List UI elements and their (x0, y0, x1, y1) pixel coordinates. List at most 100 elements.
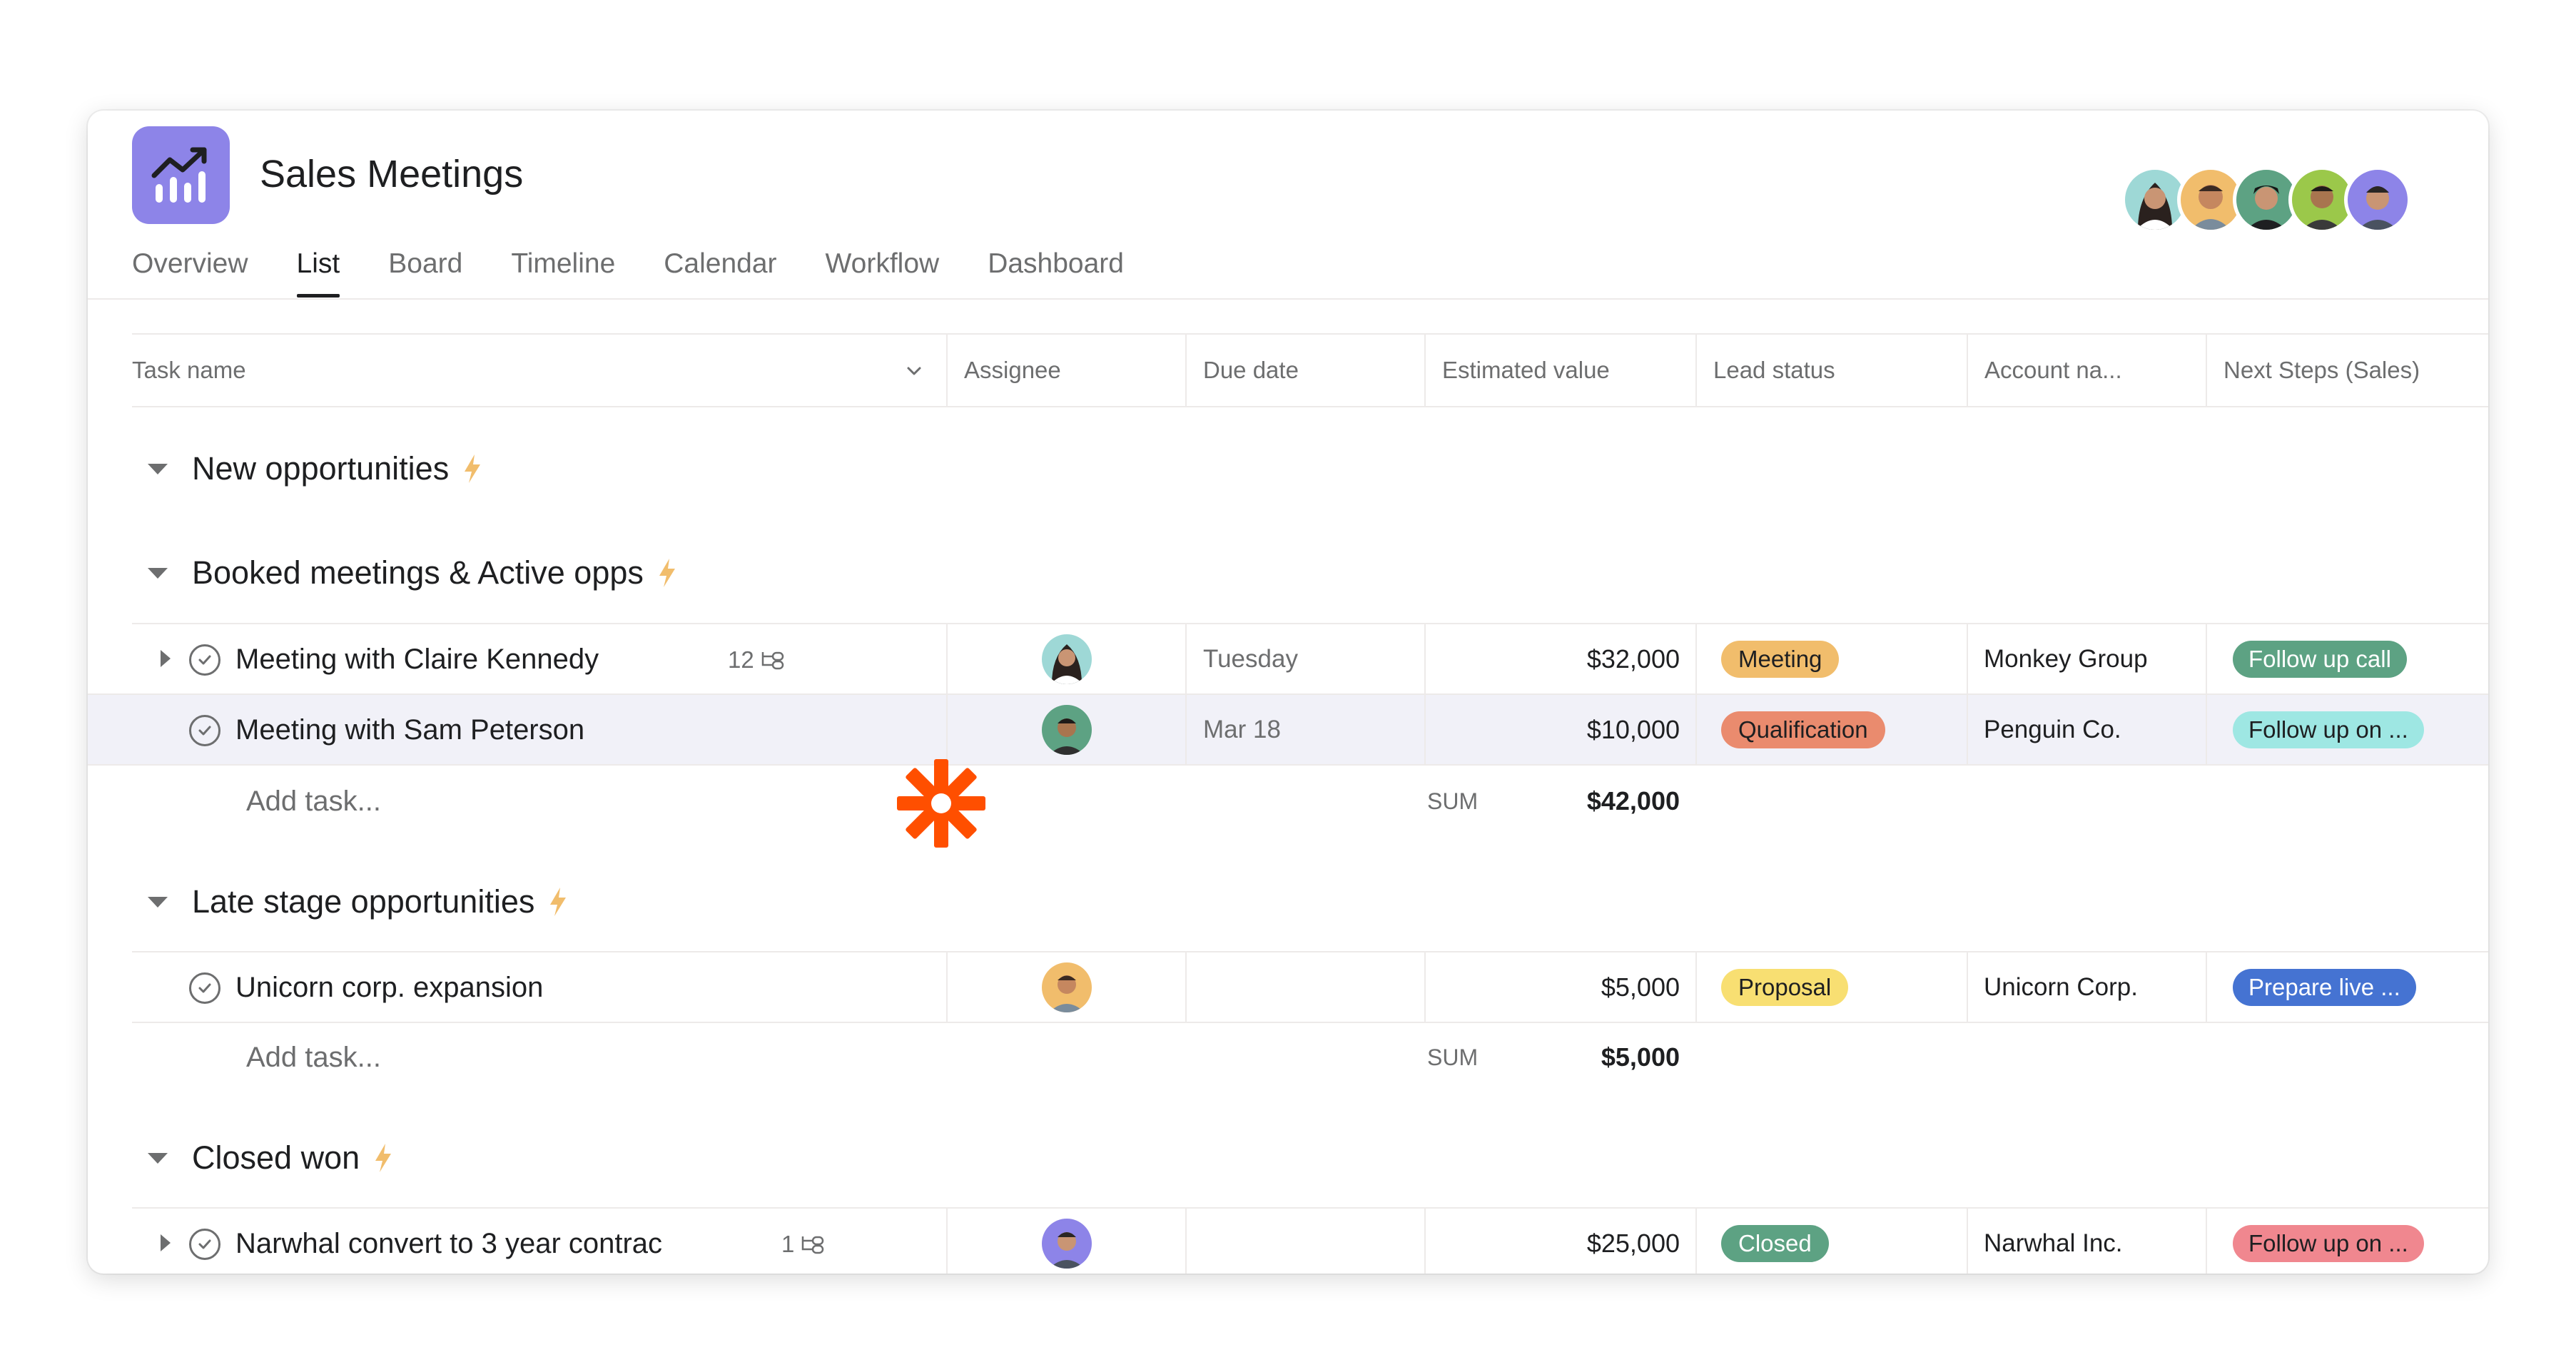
lead-status-cell[interactable]: Closed (1695, 1209, 1967, 1274)
tab-overview[interactable]: Overview (132, 243, 248, 303)
sum-value: $42,000 (1586, 786, 1680, 815)
column-task-name[interactable]: Task name (132, 335, 946, 406)
add-task-button[interactable]: Add task... (246, 1037, 381, 1077)
chevron-down-icon[interactable] (903, 360, 925, 382)
next-steps-pill[interactable]: Follow up on ... (2233, 711, 2424, 748)
member-avatar[interactable] (2344, 166, 2411, 233)
account-name-cell[interactable]: Monkey Group (1967, 624, 2206, 693)
lead-status-cell[interactable]: Proposal (1695, 952, 1967, 1022)
lead-status-cell[interactable]: Qualification (1695, 695, 1967, 764)
expand-subtasks-icon[interactable] (161, 1234, 171, 1251)
assignee-avatar[interactable] (1041, 1218, 1092, 1269)
header-divider (88, 298, 2488, 300)
assignee-cell[interactable] (946, 624, 1185, 693)
lightning-bolt-icon[interactable] (656, 557, 678, 589)
assignee-cell[interactable] (946, 952, 1185, 1022)
add-task-row: Add task... SUM $5,000 (132, 1022, 2488, 1093)
next-steps-cell[interactable]: Follow up on ... (2206, 1209, 2488, 1274)
column-label: Lead status (1713, 357, 1835, 383)
lead-status-cell[interactable]: Meeting (1695, 624, 1967, 693)
column-header-row: Task name Assignee Due date Estimated va… (132, 333, 2488, 407)
assignee-cell[interactable] (946, 1209, 1185, 1274)
complete-check-icon[interactable] (189, 972, 220, 1004)
estimated-value-cell[interactable]: $5,000 (1424, 952, 1695, 1022)
task-name-cell[interactable]: Narwhal convert to 3 year contrac 1 (132, 1209, 946, 1274)
task-name-cell[interactable]: Meeting with Sam Peterson (132, 695, 946, 764)
lightning-bolt-icon[interactable] (372, 1142, 394, 1174)
subtask-count[interactable]: 12 (728, 644, 786, 676)
next-steps-cell[interactable]: Follow up on ... (2206, 695, 2488, 764)
project-window: Sales Meetings Overview List Board Timel… (88, 111, 2488, 1274)
task-name-cell[interactable]: Meeting with Claire Kennedy 12 (132, 624, 946, 693)
assignee-cell[interactable] (946, 695, 1185, 764)
next-steps-pill[interactable]: Follow up on ... (2233, 1224, 2424, 1262)
account-name: Narwhal Inc. (1984, 1229, 2123, 1257)
account-name-cell[interactable]: Unicorn Corp. (1967, 952, 2206, 1022)
add-task-row: Add task... SUM $42,000 (132, 766, 2488, 837)
assignee-avatar[interactable] (1041, 634, 1092, 684)
expand-subtasks-icon[interactable] (161, 650, 171, 667)
tab-list[interactable]: List (296, 243, 340, 303)
estimated-value-cell[interactable]: $32,000 (1424, 624, 1695, 693)
lightning-bolt-icon[interactable] (547, 886, 569, 918)
estimated-value: $10,000 (1586, 714, 1680, 744)
table-row[interactable]: Unicorn corp. expansion $5,000 Proposal … (132, 951, 2488, 1023)
next-steps-pill[interactable]: Prepare live ... (2233, 968, 2416, 1006)
section-collapse-icon[interactable] (148, 567, 168, 579)
next-steps-cell[interactable]: Follow up call (2206, 624, 2488, 693)
column-next-steps[interactable]: Next Steps (Sales) (2206, 335, 2488, 406)
tab-board[interactable]: Board (388, 243, 462, 303)
sum-value: $5,000 (1601, 1042, 1680, 1072)
tab-workflow[interactable]: Workflow (826, 243, 940, 303)
column-label: Account na... (1984, 357, 2122, 383)
section-collapse-icon[interactable] (148, 1152, 168, 1164)
subtask-icon (802, 1236, 824, 1254)
column-account-name[interactable]: Account na... (1967, 335, 2206, 406)
task-name[interactable]: Meeting with Sam Peterson (235, 709, 721, 751)
tab-calendar[interactable]: Calendar (664, 243, 776, 303)
task-name-cell[interactable]: Unicorn corp. expansion (132, 952, 946, 1022)
chart-trend-icon[interactable] (132, 126, 230, 224)
zapier-logo-icon (897, 759, 985, 848)
lead-status-pill[interactable]: Qualification (1721, 711, 1885, 748)
next-steps-pill[interactable]: Follow up call (2233, 640, 2407, 678)
member-avatars[interactable] (2121, 166, 2411, 233)
column-lead-status[interactable]: Lead status (1695, 335, 1967, 406)
account-name-cell[interactable]: Narwhal Inc. (1967, 1209, 2206, 1274)
due-date-cell[interactable] (1185, 1209, 1424, 1274)
due-date-cell[interactable] (1185, 952, 1424, 1022)
task-name[interactable]: Unicorn corp. expansion (235, 967, 721, 1008)
column-assignee[interactable]: Assignee (946, 335, 1185, 406)
column-due-date[interactable]: Due date (1185, 335, 1424, 406)
lead-status-pill[interactable]: Meeting (1721, 640, 1840, 678)
estimated-value-cell[interactable]: $10,000 (1424, 695, 1695, 764)
assignee-avatar[interactable] (1041, 962, 1092, 1012)
lightning-bolt-icon[interactable] (462, 453, 483, 484)
column-estimated-value[interactable]: Estimated value (1424, 335, 1695, 406)
due-date-cell[interactable]: Tuesday (1185, 624, 1424, 693)
lead-status-pill[interactable]: Closed (1721, 1224, 1829, 1262)
account-name-cell[interactable]: Penguin Co. (1967, 695, 2206, 764)
table-row[interactable]: Narwhal convert to 3 year contrac 1 $25,… (132, 1207, 2488, 1274)
task-name[interactable]: Meeting with Claire Kennedy (235, 639, 635, 680)
table-row[interactable]: Meeting with Claire Kennedy 12 Tuesday $… (132, 623, 2488, 695)
column-label: Task name (132, 357, 246, 383)
tab-dashboard[interactable]: Dashboard (988, 243, 1124, 303)
complete-check-icon[interactable] (189, 715, 220, 746)
estimated-value-cell[interactable]: $25,000 (1424, 1209, 1695, 1274)
table-row[interactable]: Meeting with Sam Peterson Mar 18 $10,000… (88, 693, 2488, 766)
section-collapse-icon[interactable] (148, 896, 168, 908)
assignee-avatar[interactable] (1041, 704, 1092, 755)
estimated-value: $25,000 (1586, 1228, 1680, 1258)
subtask-count-value: 1 (781, 1231, 795, 1257)
complete-check-icon[interactable] (189, 1229, 220, 1260)
complete-check-icon[interactable] (189, 644, 220, 676)
section-collapse-icon[interactable] (148, 463, 168, 474)
task-name[interactable]: Narwhal convert to 3 year contrac (235, 1223, 667, 1264)
subtask-count[interactable]: 1 (781, 1229, 826, 1260)
lead-status-pill[interactable]: Proposal (1721, 968, 1849, 1006)
next-steps-cell[interactable]: Prepare live ... (2206, 952, 2488, 1022)
add-task-button[interactable]: Add task... (246, 781, 381, 821)
due-date-cell[interactable]: Mar 18 (1185, 695, 1424, 764)
tab-timeline[interactable]: Timeline (511, 243, 615, 303)
